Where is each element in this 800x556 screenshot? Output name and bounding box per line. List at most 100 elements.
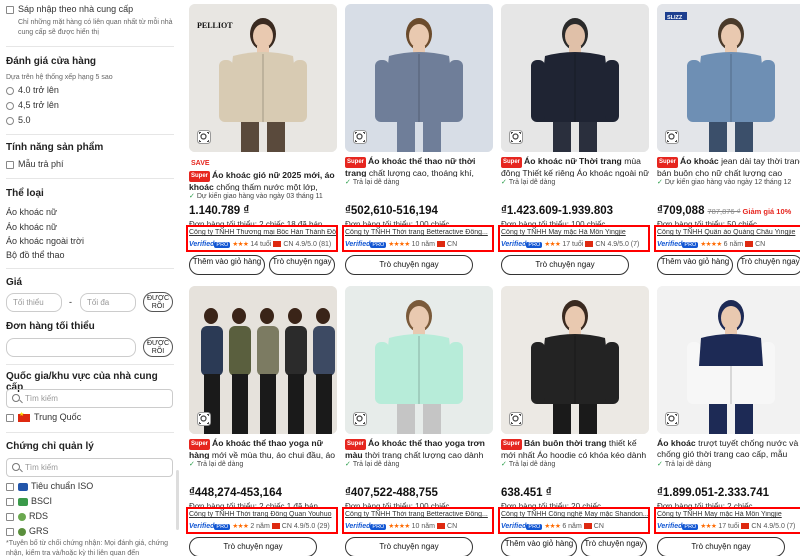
- category-item[interactable]: Áo khoác ngoài trời: [6, 236, 174, 246]
- cert-option-grs[interactable]: GRS: [6, 526, 174, 536]
- checkbox-icon[interactable]: [6, 527, 14, 536]
- paid-sample-option[interactable]: Mẫu trả phí: [6, 159, 174, 169]
- product-card[interactable]: SLIZZ Super Áo khoác jean dài tay thời tr…: [654, 4, 800, 275]
- product-title[interactable]: Super Áo khoác thể thao yoga trơn màu thờ…: [345, 438, 493, 459]
- product-image[interactable]: [501, 286, 649, 434]
- super-badge: Super: [189, 439, 211, 450]
- divider: [6, 134, 174, 135]
- chat-now-button[interactable]: Trò chuyện ngay: [581, 537, 647, 556]
- image-search-icon[interactable]: [665, 412, 679, 426]
- product-card[interactable]: Super Áo khoác thể thao nữ thời trang chấ…: [342, 4, 494, 275]
- region-option-china[interactable]: Trung Quốc: [6, 411, 174, 422]
- supplier-link[interactable]: Công ty TNHH Thời trang Betteractive Đôn…: [345, 229, 493, 236]
- rating-option-4-5[interactable]: 4,5 trở lên: [6, 100, 174, 110]
- china-flag-icon: [745, 241, 754, 248]
- merge-checkbox[interactable]: [6, 5, 14, 14]
- category-item[interactable]: Áo khoác nữ: [6, 222, 174, 232]
- product-image[interactable]: [501, 4, 649, 152]
- add-to-cart-button[interactable]: Thêm vào giỏ hàng: [657, 255, 733, 275]
- supplier-link[interactable]: Công ty TNHH Thương mại Bốc Hàn Thành Đô: [189, 229, 337, 236]
- category-item[interactable]: Áo khoác nữ: [6, 207, 174, 217]
- supplier-years: 6 năm: [723, 241, 744, 248]
- product-card[interactable]: Super Áo khoác thể thao yoga nữ hàng mới …: [186, 286, 338, 556]
- chat-now-button[interactable]: Trò chuyện ngay: [269, 255, 335, 275]
- sidebar-scrollbar[interactable]: [176, 470, 179, 530]
- chat-now-button[interactable]: Trò chuyện ngay: [345, 537, 473, 556]
- moq-input[interactable]: [6, 338, 136, 357]
- star-rating-icon: ★★★★: [388, 241, 410, 248]
- product-title[interactable]: Super Bán buôn thời trang thiết kế mới nh…: [501, 438, 649, 459]
- min-order: Đơn hàng tối thiểu: 100 chiếc: [501, 220, 606, 229]
- add-to-cart-button[interactable]: Thêm vào giỏ hàng: [501, 537, 577, 556]
- supplier-link[interactable]: Công ty TNHH May mặc Hà Môn Yingjie: [501, 229, 649, 236]
- supplier-meta: Verified PRO ★★★★ 6 năm CN: [657, 240, 800, 248]
- category-item[interactable]: Bộ đồ thể thao: [6, 250, 174, 260]
- product-title[interactable]: Super Áo khoác thể thao nữ thời trang chấ…: [345, 156, 493, 177]
- region-search-input[interactable]: Tìm kiếm: [6, 389, 173, 408]
- price-value: ₫502,610-516,194: [345, 205, 438, 217]
- chat-now-button[interactable]: Trò chuyện ngay: [737, 255, 800, 275]
- price-max-input[interactable]: Tối đa: [80, 293, 136, 312]
- product-card[interactable]: PELLIOT SAVE Super Áo khoác gió nữ 2025 mớ…: [186, 4, 338, 275]
- cert-option-iso[interactable]: Tiêu chuẩn ISO: [6, 481, 174, 491]
- price: ₫448,274-453,164: [189, 487, 282, 499]
- supplier-meta: Verified PRO ★★★★ 10 năm CN: [345, 522, 495, 530]
- product-title[interactable]: SuperÁo khoác jean dài tay thời trang bá…: [657, 156, 800, 177]
- checkbox-icon[interactable]: [6, 497, 14, 506]
- image-search-icon[interactable]: [197, 412, 211, 426]
- supplier-link[interactable]: Công ty TNHH Thời trang Betteractive Đôn…: [345, 511, 493, 518]
- product-title[interactable]: Super Áo khoác nữ Thời trang mùa đông Thi…: [501, 156, 649, 177]
- radio-icon[interactable]: [6, 86, 14, 95]
- cert-option-bsci[interactable]: BSCI: [6, 496, 174, 506]
- chat-now-button[interactable]: Trò chuyện ngay: [189, 537, 317, 556]
- chat-now-button[interactable]: Trò chuyện ngay: [657, 537, 785, 556]
- price-min-input[interactable]: Tối thiểu: [6, 293, 62, 312]
- checkbox-icon[interactable]: [6, 413, 14, 422]
- checkbox-icon[interactable]: [6, 160, 14, 169]
- cert-search-input[interactable]: Tìm kiếm: [6, 458, 173, 477]
- chat-now-button[interactable]: Trò chuyện ngay: [345, 255, 473, 275]
- product-image[interactable]: [345, 4, 493, 152]
- chat-now-button[interactable]: Trò chuyện ngay: [501, 255, 629, 275]
- image-search-icon[interactable]: [509, 412, 523, 426]
- super-badge: Super: [501, 439, 523, 450]
- product-card[interactable]: Super Bán buôn thời trang thiết kế mới nh…: [498, 286, 650, 556]
- radio-icon[interactable]: [6, 116, 14, 125]
- supplier-link[interactable]: Công ty TNHH Công nghệ May mặc Shandon..…: [501, 511, 649, 518]
- supplier-link[interactable]: Công ty TNHH Quần áo Quảng Châu Yingjie: [657, 229, 800, 236]
- super-badge: Super: [657, 157, 679, 168]
- star-rating-icon: ★★★: [544, 523, 561, 530]
- supplier-meta: Verified PRO ★★★ 17 tuổi CN 4.9/5.0 (7): [657, 522, 800, 530]
- rating-option-4[interactable]: 4.0 trở lên: [6, 85, 174, 95]
- rating-option-5[interactable]: 5.0: [6, 115, 174, 125]
- product-card[interactable]: Super Áo khoác thể thao yoga trơn màu thờ…: [342, 286, 495, 556]
- product-title[interactable]: Super Áo khoác thể thao yoga nữ hàng mới …: [189, 438, 337, 459]
- product-image[interactable]: PELLIOT: [189, 4, 337, 152]
- product-title[interactable]: Áo khoác trượt tuyết chống nước và chống…: [657, 438, 800, 459]
- image-search-icon[interactable]: [509, 130, 523, 144]
- product-title[interactable]: Super Áo khoác gió nữ 2025 mới, áo khoác …: [189, 170, 337, 191]
- image-search-icon[interactable]: [197, 130, 211, 144]
- image-search-icon[interactable]: [665, 130, 679, 144]
- price-ok-button[interactable]: ĐƯỢC RỒI: [143, 292, 173, 312]
- product-image[interactable]: [189, 286, 337, 434]
- merge-by-supplier-option[interactable]: Sáp nhập theo nhà cung cấp: [6, 4, 174, 14]
- super-badge: Super: [501, 157, 523, 168]
- checkbox-icon[interactable]: [6, 482, 14, 491]
- moq-ok-button[interactable]: ĐƯỢC RỒI: [143, 337, 173, 357]
- product-card[interactable]: Áo khoác trượt tuyết chống nước và chống…: [654, 286, 800, 556]
- pro-badge: PRO: [214, 242, 231, 248]
- product-image[interactable]: [345, 286, 493, 434]
- supplier-link[interactable]: Công ty TNHH Thời trang Đông Quan Youhuo: [189, 511, 337, 518]
- super-badge: Super: [345, 439, 367, 450]
- image-search-icon[interactable]: [353, 412, 367, 426]
- product-card[interactable]: Super Áo khoác nữ Thời trang mùa đông Thi…: [498, 4, 650, 275]
- supplier-link[interactable]: Công ty TNHH May mặc Hà Môn Yingjie: [657, 511, 800, 518]
- checkbox-icon[interactable]: [6, 512, 14, 521]
- cert-option-rds[interactable]: RDS: [6, 511, 174, 521]
- bsci-icon: [18, 497, 28, 506]
- delivery-info: Trả lại dễ dàng: [501, 178, 649, 186]
- image-search-icon[interactable]: [353, 130, 367, 144]
- add-to-cart-button[interactable]: Thêm vào giỏ hàng: [189, 255, 265, 275]
- radio-icon[interactable]: [6, 101, 14, 110]
